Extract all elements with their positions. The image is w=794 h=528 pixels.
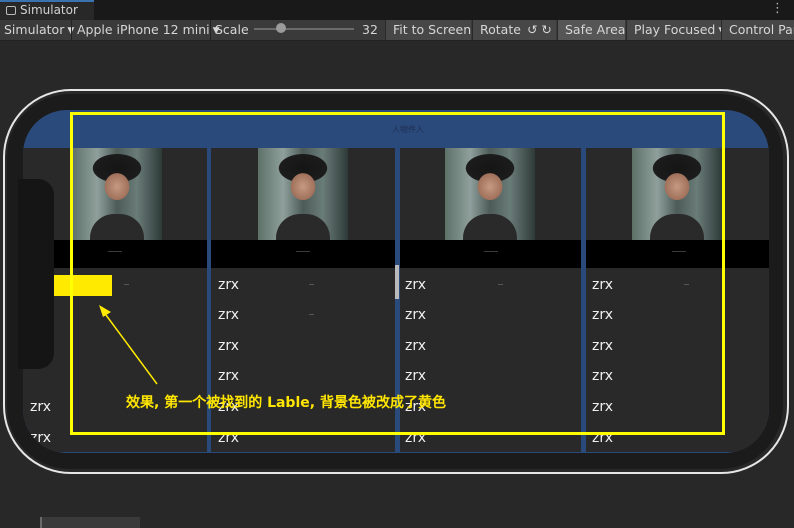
- arrow-head: [99, 305, 111, 317]
- bottom-tab[interactable]: [40, 517, 140, 528]
- annotation-arrow: [99, 305, 158, 385]
- arrow-line: [102, 310, 158, 385]
- annotation-caption: 效果, 第一个被找到的 Lable, 背景色被改成了黄色: [126, 395, 446, 411]
